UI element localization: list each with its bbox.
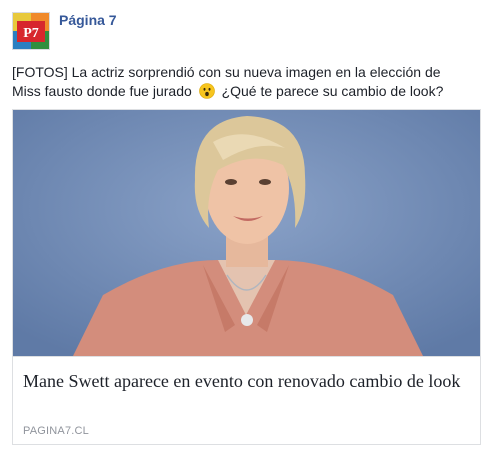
page-name-link[interactable]: Página 7: [59, 12, 117, 28]
avatar-text: P7: [23, 26, 39, 41]
link-preview-domain: PAGINA7.CL: [23, 425, 89, 437]
surprised-face-emoji-icon: [198, 83, 215, 99]
post-text-question: ¿Qué te parece su cambio de look?: [221, 83, 444, 99]
link-preview-title[interactable]: Mane Swett aparece en evento con renovad…: [23, 370, 473, 392]
link-preview-card[interactable]: Mane Swett aparece en evento con renovad…: [12, 109, 481, 445]
page-avatar[interactable]: P7: [12, 12, 50, 50]
page-logo-icon: P7: [13, 13, 49, 49]
post-message: [FOTOS] La actriz sorprendió con su nuev…: [12, 63, 472, 101]
link-preview-image[interactable]: [13, 110, 480, 356]
link-preview-body[interactable]: Mane Swett aparece en evento con renovad…: [13, 356, 480, 444]
